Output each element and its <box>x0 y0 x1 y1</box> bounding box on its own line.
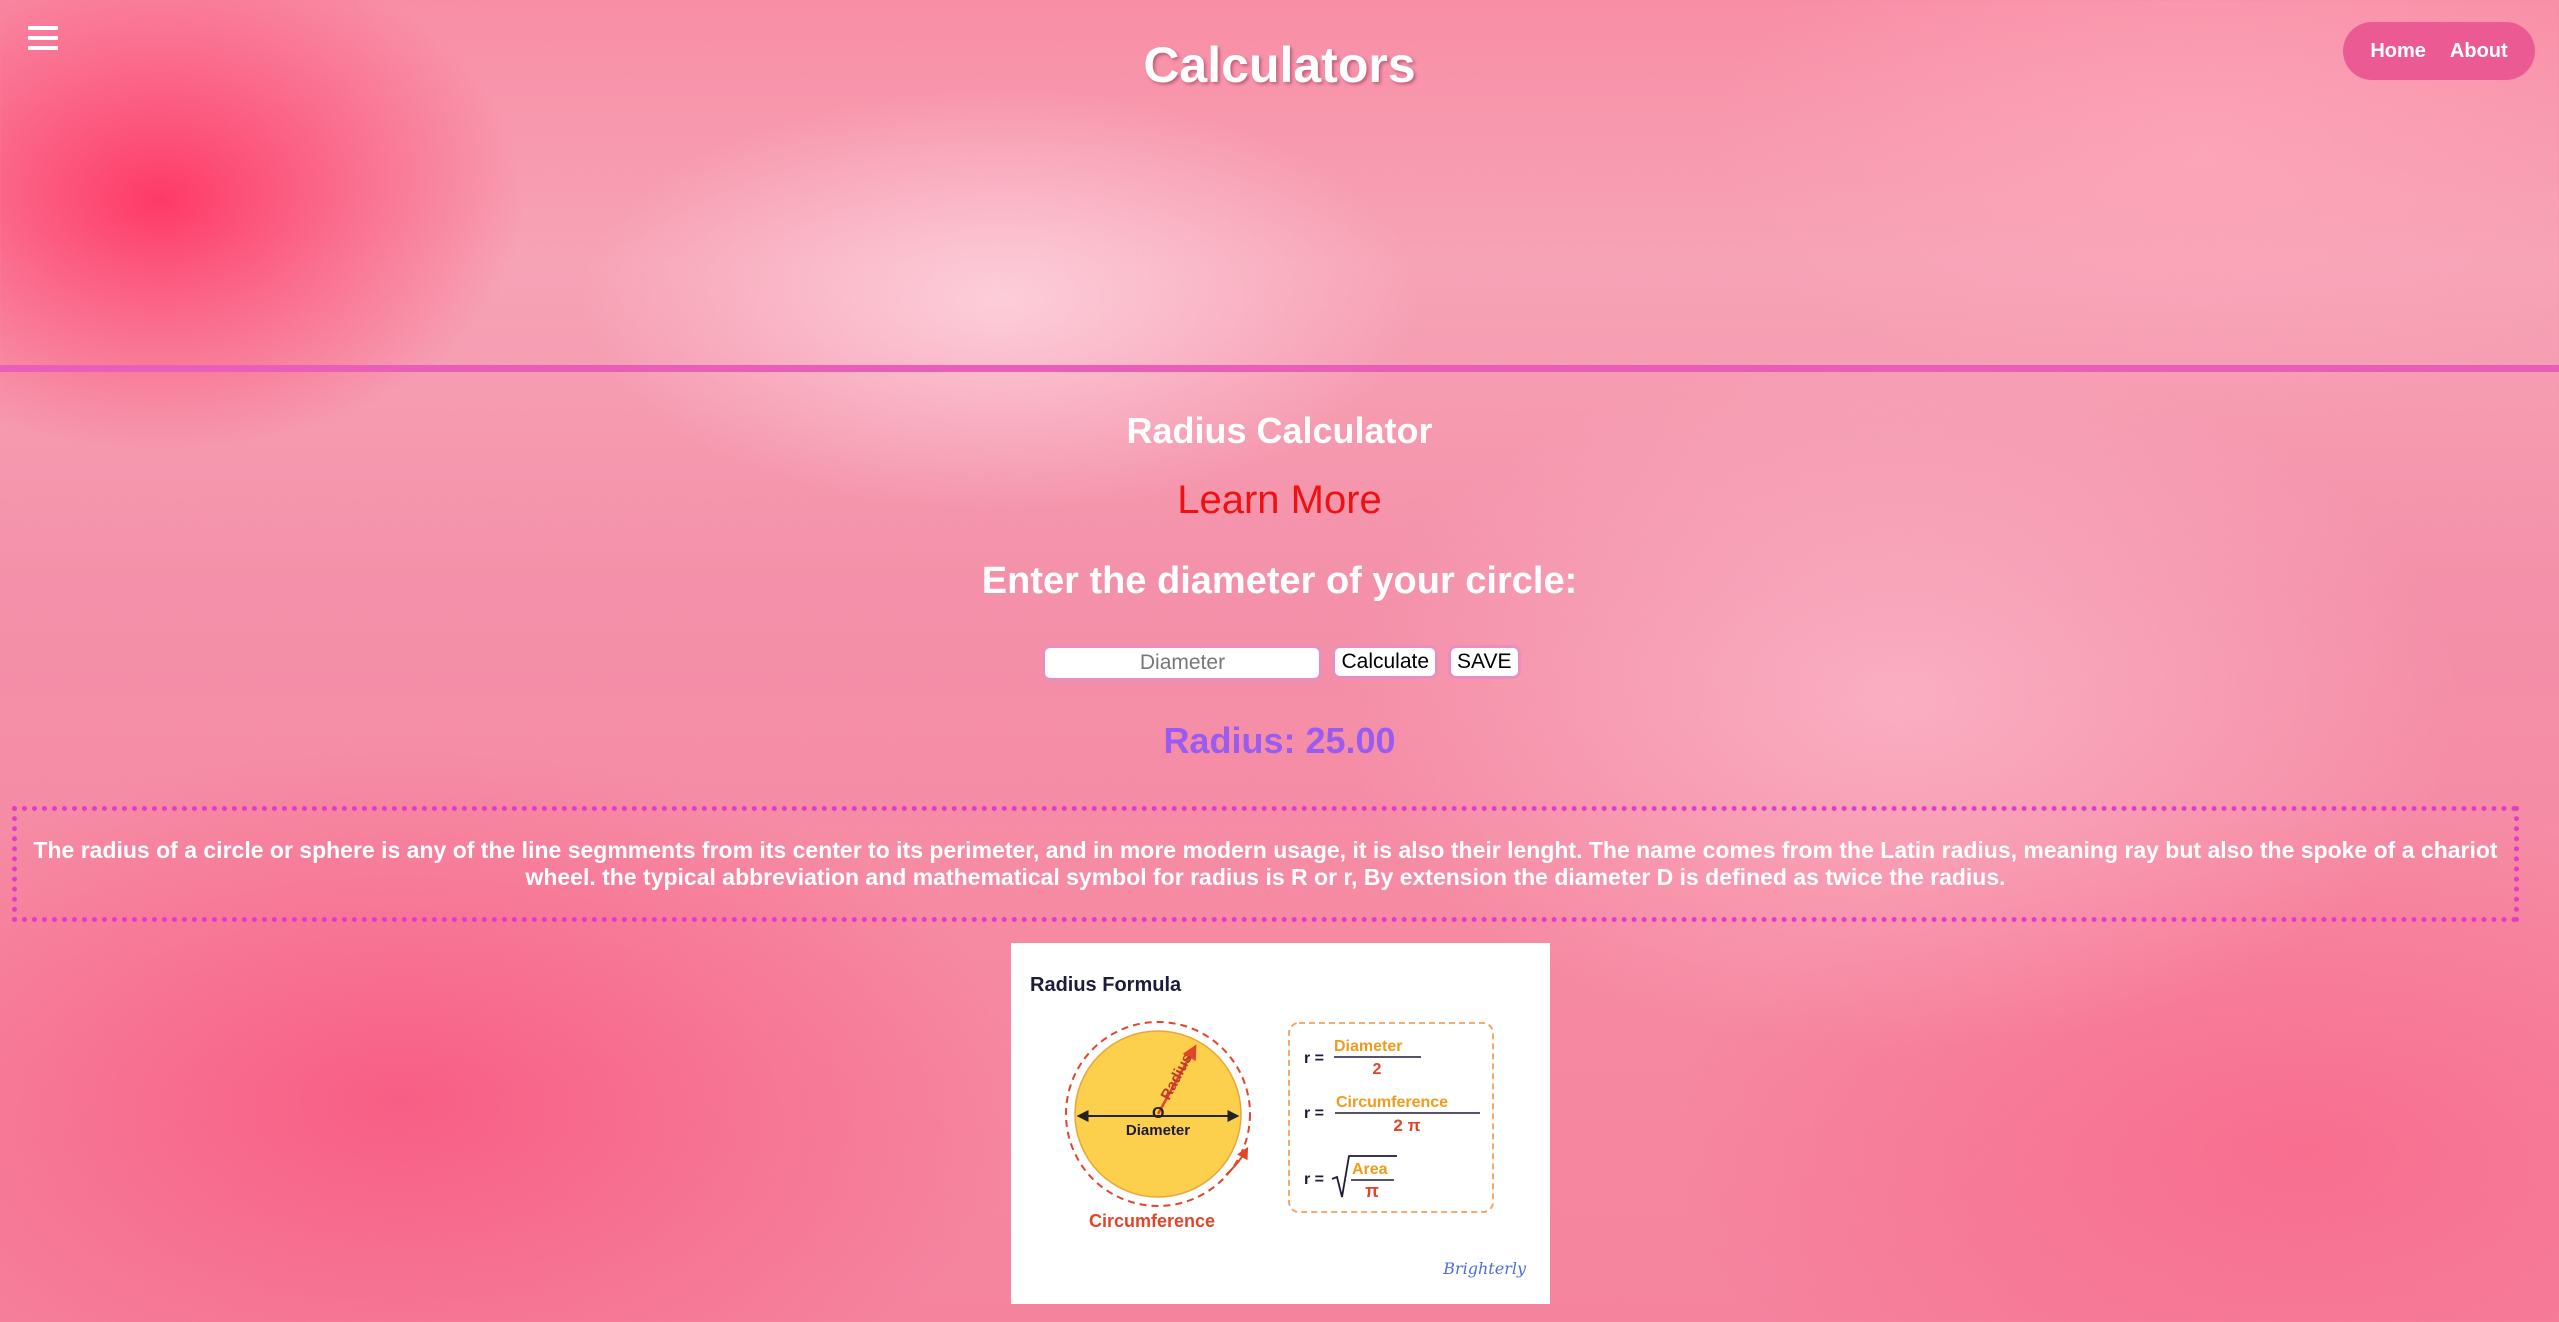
formula1-r-equals: r = <box>1304 1050 1324 1067</box>
calculator-title: Radius Calculator <box>1126 410 1433 451</box>
radius-description-text: The radius of a circle or sphere is any … <box>33 837 2498 890</box>
nav-about-link[interactable]: About <box>2450 40 2508 63</box>
circumference-label: Circumference <box>1089 1211 1215 1231</box>
diameter-prompt: Enter the diameter of your circle: <box>981 560 1578 602</box>
learn-more-link[interactable]: Learn More <box>0 478 2559 523</box>
brighterly-logo: Brighterly <box>1442 1259 1527 1278</box>
formula2-denominator: 2 π <box>1393 1116 1420 1135</box>
radius-description-box: The radius of a circle or sphere is any … <box>12 806 2519 922</box>
formula3-denominator: π <box>1365 1181 1379 1201</box>
calculator-controls: Calculate SAVE <box>0 645 2559 681</box>
center-label: O <box>1152 1105 1164 1122</box>
formula3-r-equals: r = <box>1304 1171 1324 1188</box>
radius-result: Radius: 25.00 <box>1163 720 1396 761</box>
diameter-input[interactable] <box>1042 645 1323 681</box>
formula2-numerator: Circumference <box>1336 1094 1448 1111</box>
calculate-button[interactable]: Calculate <box>1332 645 1439 679</box>
save-button[interactable]: SAVE <box>1448 645 1521 679</box>
nav-home-link[interactable]: Home <box>2370 40 2426 63</box>
formula2-r-equals: r = <box>1304 1105 1324 1122</box>
formula1-denominator: 2 <box>1373 1061 1382 1078</box>
formula3-numerator: Area <box>1352 1161 1388 1178</box>
radius-formula-image: Radius Formula O Radius Diameter Circumf… <box>1011 943 1550 1304</box>
header-divider <box>0 365 2559 372</box>
top-nav: Home About <box>2343 22 2535 80</box>
formula1-numerator: Diameter <box>1334 1038 1402 1055</box>
site-title: Calculators <box>1143 37 1416 93</box>
diameter-label: Diameter <box>1126 1122 1190 1139</box>
formula-title: Radius Formula <box>1030 974 1182 996</box>
